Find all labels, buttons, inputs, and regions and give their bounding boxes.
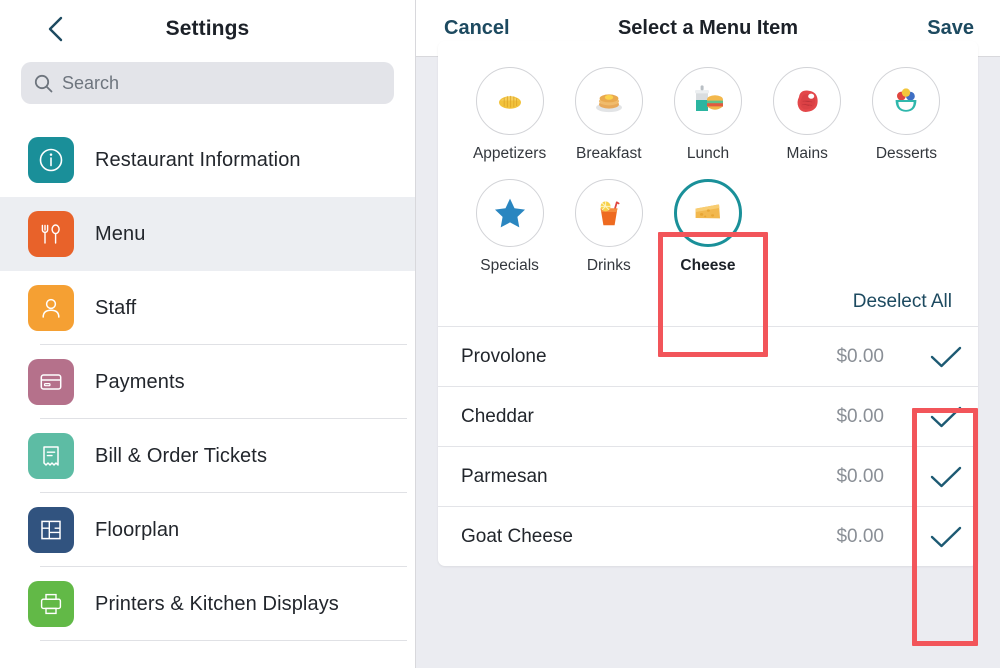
burger-drink-icon bbox=[673, 67, 742, 135]
category-specials[interactable]: Specials bbox=[460, 175, 559, 281]
category-label: Desserts bbox=[875, 145, 937, 162]
list-item[interactable]: Provolone $0.00 bbox=[438, 326, 978, 386]
sidebar-item-menu[interactable]: Menu bbox=[0, 197, 415, 271]
category-mains[interactable]: Mains bbox=[758, 63, 857, 169]
cheese-wedge-icon bbox=[673, 179, 742, 247]
sidebar-header: Settings bbox=[0, 0, 415, 57]
bread-icon bbox=[475, 67, 544, 135]
sidebar-item-restaurant-information[interactable]: Restaurant Information bbox=[0, 123, 415, 197]
category-grid: Appetizers Breakfast Lunch Mains Dessert… bbox=[438, 41, 978, 285]
search-icon bbox=[34, 74, 53, 93]
category-label: Specials bbox=[480, 257, 539, 274]
item-name: Cheddar bbox=[461, 405, 534, 427]
check-icon[interactable] bbox=[914, 344, 978, 370]
selector-card: Appetizers Breakfast Lunch Mains Dessert… bbox=[438, 41, 978, 566]
item-price: $0.00 bbox=[836, 525, 884, 547]
category-label: Cheese bbox=[680, 257, 736, 274]
item-price: $0.00 bbox=[836, 465, 884, 487]
item-name: Parmesan bbox=[461, 465, 548, 487]
list-item[interactable]: Goat Cheese $0.00 bbox=[438, 506, 978, 566]
deselect-all-button[interactable]: Deselect All bbox=[853, 291, 952, 313]
back-chevron-icon[interactable] bbox=[44, 14, 66, 44]
settings-nav-list: Restaurant Information Menu Staff Paymen… bbox=[0, 123, 415, 641]
sidebar-item-label: Staff bbox=[95, 296, 137, 319]
search-container bbox=[0, 57, 415, 104]
category-appetizers[interactable]: Appetizers bbox=[460, 63, 559, 169]
info-circle-icon bbox=[28, 137, 74, 183]
check-icon[interactable] bbox=[914, 524, 978, 550]
category-label: Mains bbox=[786, 145, 828, 162]
list-item[interactable]: Parmesan $0.00 bbox=[438, 446, 978, 506]
settings-sidebar: Settings Search Restaurant Information M… bbox=[0, 0, 416, 668]
category-label: Lunch bbox=[686, 145, 730, 162]
divider bbox=[40, 640, 407, 641]
receipt-icon bbox=[28, 433, 74, 479]
sidebar-item-label: Restaurant Information bbox=[95, 148, 301, 171]
save-button[interactable]: Save bbox=[927, 17, 974, 40]
ice-cream-icon bbox=[872, 67, 941, 135]
sidebar-item-printers-kitchen-displays[interactable]: Printers & Kitchen Displays bbox=[0, 567, 415, 641]
category-desserts[interactable]: Desserts bbox=[857, 63, 956, 169]
deselect-all-row: Deselect All bbox=[438, 285, 978, 326]
sidebar-item-label: Payments bbox=[95, 370, 185, 393]
star-icon bbox=[475, 179, 544, 247]
printer-icon bbox=[28, 581, 74, 627]
sidebar-item-label: Bill & Order Tickets bbox=[95, 444, 268, 467]
search-box[interactable] bbox=[21, 62, 394, 104]
fork-spoon-icon bbox=[28, 211, 74, 257]
category-cheese[interactable]: Cheese bbox=[658, 175, 757, 281]
sidebar-item-label: Floorplan bbox=[95, 518, 180, 541]
category-label: Appetizers bbox=[472, 145, 547, 162]
category-breakfast[interactable]: Breakfast bbox=[559, 63, 658, 169]
credit-card-icon bbox=[28, 359, 74, 405]
item-name: Provolone bbox=[461, 345, 547, 367]
category-label: Breakfast bbox=[576, 145, 642, 162]
list-item[interactable]: Cheddar $0.00 bbox=[438, 386, 978, 446]
sidebar-item-staff[interactable]: Staff bbox=[0, 271, 415, 345]
cancel-button[interactable]: Cancel bbox=[444, 17, 510, 40]
category-lunch[interactable]: Lunch bbox=[658, 63, 757, 169]
check-icon[interactable] bbox=[914, 464, 978, 490]
item-price: $0.00 bbox=[836, 345, 884, 367]
juice-glass-icon bbox=[574, 179, 643, 247]
pancakes-icon bbox=[574, 67, 643, 135]
item-name: Goat Cheese bbox=[461, 525, 573, 547]
sidebar-item-bill-order-tickets[interactable]: Bill & Order Tickets bbox=[0, 419, 415, 493]
sidebar-item-label: Menu bbox=[95, 222, 146, 245]
menu-item-selector-panel: Cancel Select a Menu Item Save Appetizer… bbox=[416, 0, 1000, 668]
steak-icon bbox=[773, 67, 842, 135]
person-icon bbox=[28, 285, 74, 331]
check-icon[interactable] bbox=[914, 404, 978, 430]
page-title: Settings bbox=[165, 16, 250, 40]
search-input[interactable] bbox=[62, 72, 381, 94]
item-price: $0.00 bbox=[836, 405, 884, 427]
floorplan-icon bbox=[28, 507, 74, 553]
category-drinks[interactable]: Drinks bbox=[559, 175, 658, 281]
sidebar-item-label: Printers & Kitchen Displays bbox=[95, 592, 339, 615]
category-label: Drinks bbox=[586, 257, 631, 274]
sidebar-item-floorplan[interactable]: Floorplan bbox=[0, 493, 415, 567]
app-root: Settings Search Restaurant Information M… bbox=[0, 0, 1000, 668]
sidebar-item-payments[interactable]: Payments bbox=[0, 345, 415, 419]
